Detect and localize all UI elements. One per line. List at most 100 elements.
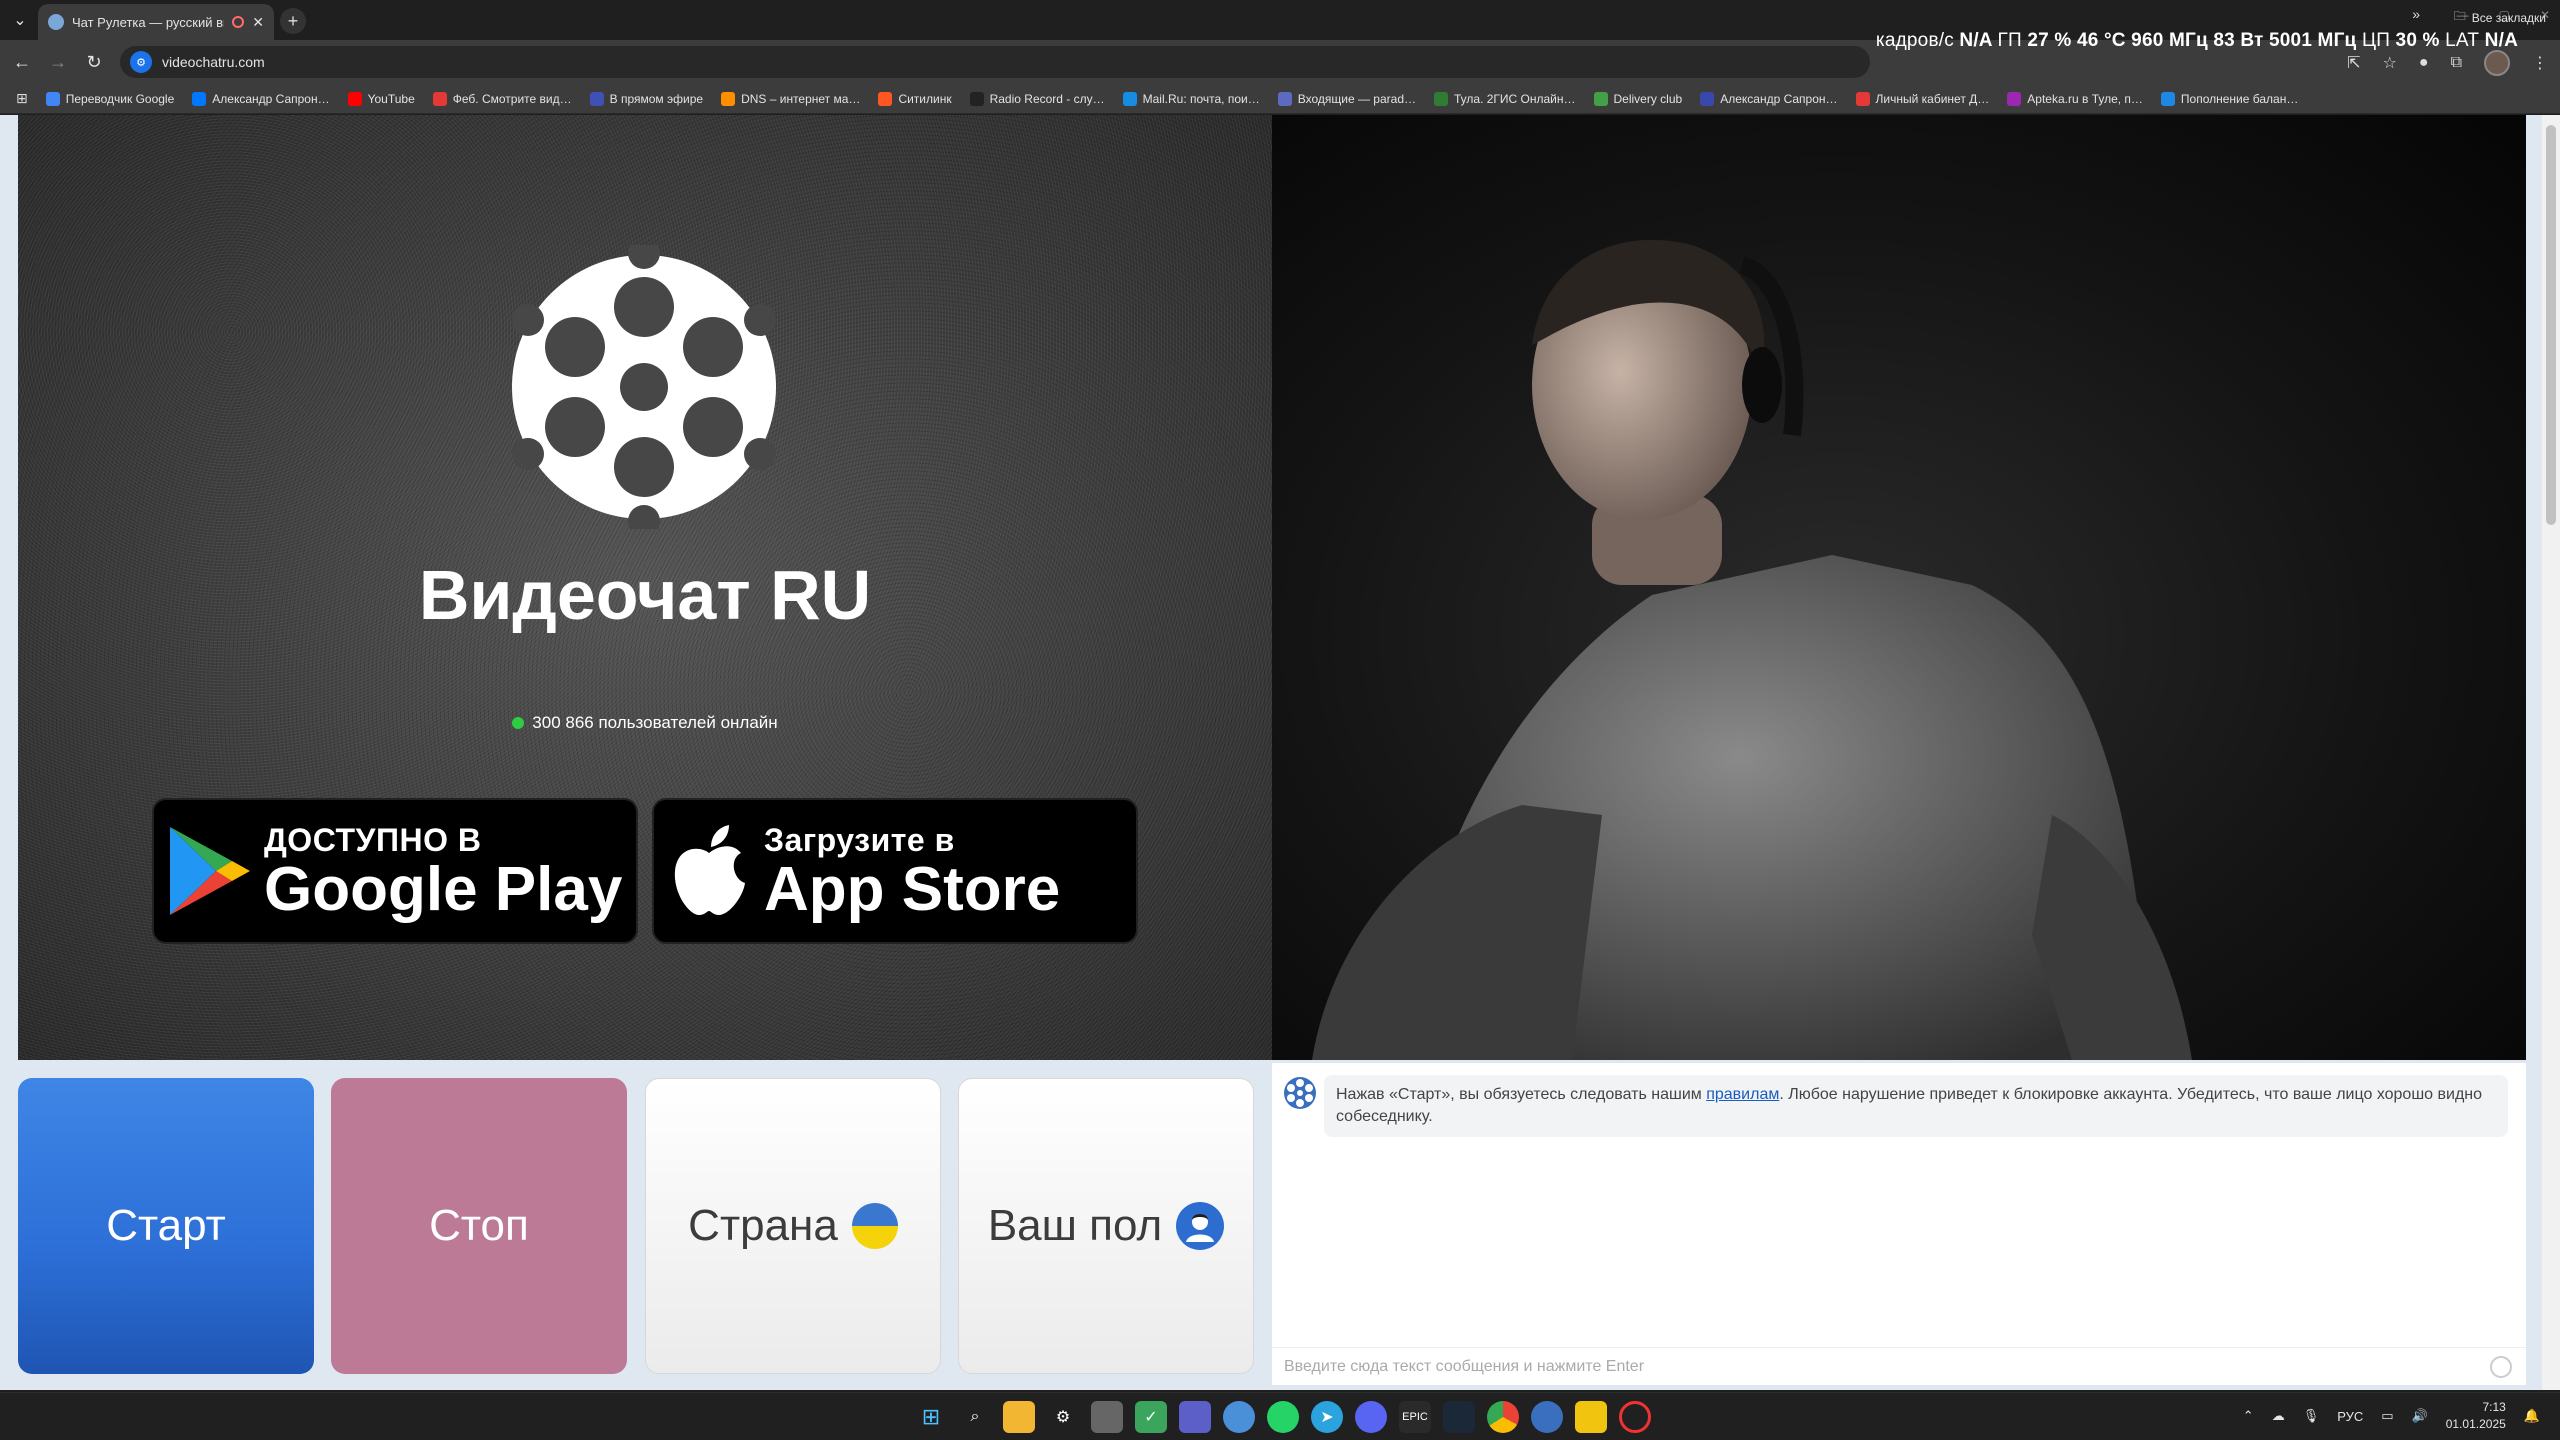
osd-gpu-clock: 960 МГц	[2131, 30, 2208, 51]
clock[interactable]: 7:13 01.01.2025	[2446, 1399, 2506, 1433]
emoji-picker-icon[interactable]	[2490, 1356, 2512, 1378]
file-explorer-icon[interactable]	[1003, 1401, 1035, 1433]
reload-icon[interactable]: ↻	[82, 50, 106, 74]
osd-cpu-load: 30 %	[2395, 30, 2440, 51]
whatsapp-icon[interactable]	[1267, 1401, 1299, 1433]
bookmark-favicon-icon	[45, 91, 60, 106]
system-bot-icon	[1284, 1077, 1316, 1109]
media-player-icon[interactable]	[1091, 1401, 1123, 1433]
bookmark-label: Ситилинк	[898, 91, 952, 106]
all-bookmarks-button[interactable]: 🗀 Все закладки	[2454, 7, 2546, 28]
google-play-button[interactable]: ДОСТУПНО В Google Play	[152, 798, 638, 944]
bookmarks-overflow-icon[interactable]: »	[2412, 6, 2420, 22]
bookmark-item[interactable]: Тула. 2ГИС Онлайн…	[1434, 91, 1576, 106]
online-count-text: 300 866 пользователей онлайн	[532, 713, 778, 732]
app-store-small-label: Загрузите в	[764, 821, 955, 858]
teams-icon[interactable]	[1179, 1401, 1211, 1433]
close-tab-icon[interactable]: ✕	[252, 14, 264, 31]
bookmark-favicon-icon	[347, 91, 362, 106]
extensions-puzzle-icon[interactable]: ⧉	[2451, 54, 2462, 72]
osd-lat-label: LAT	[2445, 30, 2480, 51]
bookmark-item[interactable]: Delivery club	[1593, 91, 1682, 106]
bookmark-favicon-icon	[2160, 91, 2175, 106]
osd-fps-label: кадров/с	[1875, 30, 1954, 51]
volume-icon[interactable]: 🔊	[2412, 1408, 2428, 1424]
osd-fps-value: N/A	[1959, 30, 1993, 51]
search-icon[interactable]: ⌕	[959, 1401, 991, 1433]
bookmark-item[interactable]: DNS – интернет ма…	[721, 91, 860, 106]
bookmark-favicon-icon	[1434, 91, 1448, 106]
checklist-app-icon[interactable]: ✓	[1135, 1401, 1167, 1433]
extension-icon[interactable]: ●	[2419, 54, 2429, 72]
address-bar[interactable]: ⚙ videochatru.com	[120, 46, 1870, 78]
epic-games-icon[interactable]: EPIC	[1399, 1401, 1431, 1433]
bookmark-item[interactable]: Пополнение балан…	[2160, 91, 2298, 106]
opera-gx-icon[interactable]	[1619, 1401, 1651, 1433]
bookmark-item[interactable]: Феб. Смотрите вид…	[432, 91, 572, 106]
microphone-icon[interactable]: 🎙	[2303, 1408, 2320, 1424]
network-app-icon[interactable]	[1223, 1401, 1255, 1433]
bookmark-star-icon[interactable]: ☆	[2383, 53, 2397, 73]
bookmark-item[interactable]: В прямом эфире	[589, 91, 703, 106]
chat-message-input[interactable]	[1284, 1357, 2464, 1376]
steam-icon[interactable]	[1443, 1401, 1475, 1433]
bookmark-item[interactable]: Входящие — parad…	[1277, 91, 1416, 106]
google-play-icon	[154, 823, 264, 919]
notifications-bell-icon[interactable]: 🔔	[2524, 1408, 2540, 1424]
page-scrollbar[interactable]	[2542, 115, 2560, 1390]
app-store-button[interactable]: Загрузите в App Store	[652, 798, 1138, 944]
telegram-icon[interactable]: ➤	[1311, 1401, 1343, 1433]
stop-button-label: Стоп	[429, 1201, 529, 1250]
folder-icon: 🗀	[2453, 9, 2466, 23]
bookmark-item[interactable]: Apteka.ru в Туле, п…	[2007, 91, 2143, 106]
gender-selector-button[interactable]: Ваш пол	[958, 1078, 1254, 1374]
settings-gear-icon[interactable]: ⚙	[1047, 1401, 1079, 1433]
webcam-video-feed	[1272, 115, 2526, 1060]
bookmark-label: Тула. 2ГИС Онлайн…	[1454, 91, 1576, 106]
bookmark-label: Apteka.ru в Туле, п…	[2027, 91, 2143, 106]
stop-button[interactable]: Стоп	[331, 1078, 627, 1374]
toolbar-actions: ⇱ ☆ ● ⧉ ⋮	[2347, 50, 2548, 76]
apps-grid-icon[interactable]: ⊞	[16, 90, 28, 107]
active-tab[interactable]: Чат Рулетка — русский ви… ✕	[38, 4, 274, 40]
language-indicator[interactable]: РУС	[2337, 1409, 2363, 1424]
scrollbar-thumb[interactable]	[2546, 125, 2556, 525]
all-bookmarks-label: Все закладки	[2471, 10, 2546, 25]
network-icon[interactable]: ▭	[2381, 1408, 2393, 1424]
chrome-icon[interactable]	[1487, 1401, 1519, 1433]
chat-app-icon[interactable]	[1531, 1401, 1563, 1433]
bookmark-item[interactable]: Александр Сапрон…	[1700, 91, 1838, 106]
bookmark-favicon-icon	[969, 91, 984, 106]
bookmark-item[interactable]: Radio Record - слу…	[969, 91, 1105, 106]
rules-link[interactable]: правилам	[1706, 1086, 1779, 1103]
install-app-icon[interactable]: ⇱	[2347, 53, 2360, 73]
bookmark-favicon-icon	[2007, 91, 2022, 106]
discord-icon[interactable]	[1355, 1401, 1387, 1433]
bookmark-item[interactable]: Ситилинк	[878, 91, 952, 106]
bookmark-item[interactable]: Александр Сапрон…	[192, 91, 330, 106]
back-icon[interactable]: ←	[10, 50, 34, 74]
bookmark-item[interactable]: YouTube	[347, 91, 415, 106]
start-button-label: Старт	[106, 1201, 226, 1250]
profile-avatar[interactable]	[2484, 50, 2510, 76]
site-info-icon[interactable]: ⚙	[130, 51, 152, 73]
ukraine-flag-icon	[851, 1203, 898, 1249]
bookmark-item[interactable]: Mail.Ru: почта, пои…	[1122, 91, 1260, 106]
bookmark-item[interactable]: Личный кабинет Д…	[1855, 91, 1989, 106]
bookmark-item[interactable]: Переводчик Google	[45, 91, 174, 106]
online-status-icon	[512, 717, 525, 729]
new-tab-button[interactable]: +	[280, 8, 306, 34]
google-play-big-label: Google Play	[264, 854, 623, 924]
onedrive-icon[interactable]: ☁	[2272, 1408, 2285, 1424]
tab-search-icon[interactable]: ⌄	[6, 6, 34, 34]
start-menu-icon[interactable]: ⊞	[915, 1401, 947, 1433]
bookmark-favicon-icon	[1122, 91, 1137, 106]
country-selector-button[interactable]: Страна	[645, 1078, 941, 1374]
recording-indicator-icon	[232, 16, 245, 28]
hardware-monitor-icon[interactable]	[1575, 1401, 1607, 1433]
menu-kebab-icon[interactable]: ⋮	[2532, 53, 2548, 73]
tray-overflow-icon[interactable]: ⌃	[2243, 1408, 2254, 1424]
chat-input-bar	[1272, 1347, 2526, 1385]
start-button[interactable]: Старт	[18, 1078, 314, 1374]
forward-icon[interactable]: →	[46, 50, 70, 74]
